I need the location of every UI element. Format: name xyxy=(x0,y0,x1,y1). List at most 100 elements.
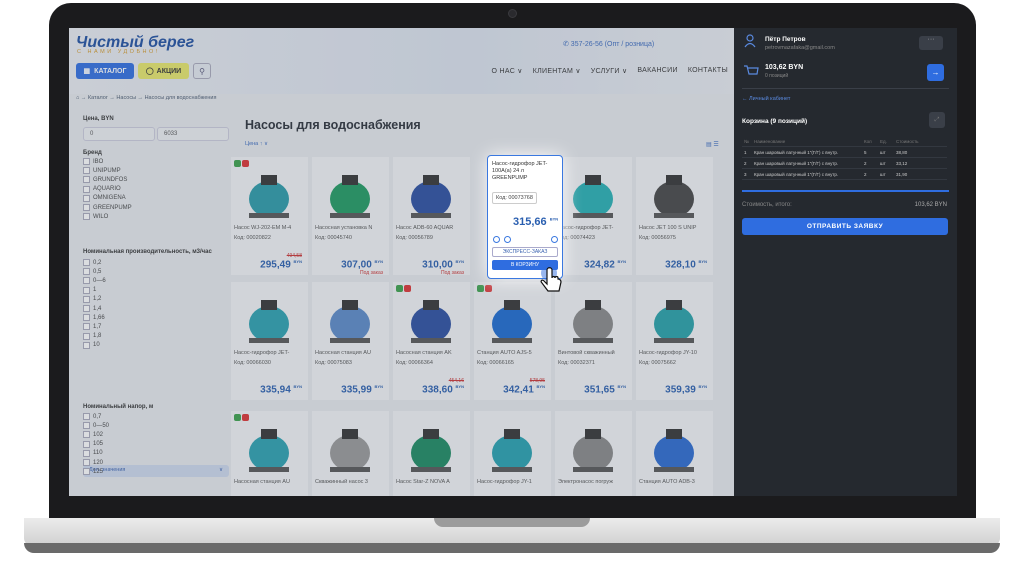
product-image[interactable] xyxy=(237,419,302,477)
checkbox[interactable] xyxy=(83,277,90,285)
highlighted-product-card[interactable]: Насос-гидрофор JET-100A(a) 24 л GREENPUM… xyxy=(487,155,563,279)
price-max-input[interactable]: 6033 xyxy=(157,127,229,141)
product-name[interactable]: Насос-гидрофор JY-10 xyxy=(639,350,713,356)
checkbox[interactable] xyxy=(83,268,90,276)
filter-option-brands[interactable]: GREENPUMP xyxy=(83,204,132,211)
filter-option-head[interactable]: 102 xyxy=(83,431,103,439)
filter-option-head[interactable]: 120 xyxy=(83,459,103,466)
product-card[interactable]: Винтовой скважинный Код: 00032371 351,65 B… xyxy=(555,282,632,400)
product-name[interactable]: Скважинный насос 3 xyxy=(315,479,389,485)
checkbox[interactable] xyxy=(83,422,90,430)
checkbox[interactable] xyxy=(83,185,90,193)
product-image[interactable] xyxy=(237,290,302,348)
product-card[interactable]: Насосная станция AU Код: 00075083 335,99 B… xyxy=(312,282,389,400)
filter-option-brands[interactable]: AQUARIO xyxy=(83,185,121,193)
product-image[interactable] xyxy=(561,165,626,223)
product-image[interactable] xyxy=(642,419,707,477)
more-menu-button[interactable]: ··· xyxy=(919,36,943,50)
filter-option-head[interactable]: 125 xyxy=(83,468,103,476)
product-card[interactable]: Насос Star-Z NOVA A xyxy=(393,411,470,496)
checkbox[interactable] xyxy=(83,332,90,340)
phone-link[interactable]: ✆ 357-26-56 (Опт / розница) xyxy=(563,40,654,48)
checkbox[interactable] xyxy=(83,449,90,457)
product-card[interactable]: Насос-гидрофор JET- Код: 00074423 324,82 B… xyxy=(555,157,632,275)
filter-option-perf[interactable]: 10 xyxy=(83,341,100,349)
product-card[interactable]: Электронасос погруж xyxy=(555,411,632,496)
nav-about[interactable]: О НАС ∨ xyxy=(492,67,523,75)
checkbox[interactable] xyxy=(83,468,90,476)
product-card[interactable]: Насосная станция AK Код: 00066364 454,16 33… xyxy=(393,282,470,400)
nav-contacts[interactable]: КОНТАКТЫ xyxy=(688,67,728,75)
breadcrumb[interactable]: ⌂ → Каталог → Насосы → Насосы для водосн… xyxy=(76,95,216,101)
nav-services[interactable]: УСЛУГИ ∨ xyxy=(591,67,628,75)
more-values-button[interactable]: Доп. значения ∨ xyxy=(83,465,229,477)
table-row[interactable]: 1 Кран шаровый латунный 1"(Г/Г) с внутр. 5… xyxy=(742,147,947,158)
checkbox[interactable] xyxy=(83,431,90,439)
search-button[interactable]: ⚲ xyxy=(193,63,211,79)
checkbox[interactable] xyxy=(83,323,90,331)
product-image[interactable] xyxy=(480,419,545,477)
product-card[interactable]: Насос WJ-202-EM M-4 Код: 00020822 494,58 29… xyxy=(231,157,308,275)
product-name[interactable]: Насос-гидрофор JET- xyxy=(234,350,308,356)
product-card[interactable]: Насос-гидрофор JY-10 Код: 00075662 359,39 … xyxy=(636,282,713,400)
nav-vacancies[interactable]: ВАКАНСИИ xyxy=(637,67,677,75)
product-image[interactable] xyxy=(318,165,383,223)
filter-option-head[interactable]: 0—50 xyxy=(83,422,109,430)
checkbox[interactable] xyxy=(83,286,90,294)
product-image[interactable] xyxy=(561,290,626,348)
filter-option-perf[interactable]: 0,5 xyxy=(83,268,101,276)
catalog-button[interactable]: ▦ КАТАЛОГ xyxy=(76,63,134,79)
product-card[interactable]: Станция AUTO ADB-3 xyxy=(636,411,713,496)
product-name[interactable]: Насос-гидрофор JET- xyxy=(558,225,632,231)
promo-button[interactable]: ◯ АКЦИИ xyxy=(138,63,189,79)
product-image[interactable] xyxy=(399,165,464,223)
product-name[interactable]: Насосная станция AU xyxy=(234,479,308,485)
product-name[interactable]: Насосная станция AU xyxy=(315,350,389,356)
product-name[interactable]: Станция AUTO AJS-5 xyxy=(477,350,551,356)
filter-option-perf[interactable]: 1,2 xyxy=(83,295,101,303)
product-name[interactable]: Насос Star-Z NOVA A xyxy=(396,479,470,485)
arrow-right-icon[interactable]: → xyxy=(927,64,944,81)
product-name[interactable]: Насос JET 100 S UNIP xyxy=(639,225,713,231)
nav-clients[interactable]: КЛИЕНТАМ ∨ xyxy=(533,67,581,75)
filter-option-brands[interactable]: OMNIGENA xyxy=(83,194,126,202)
checkbox[interactable] xyxy=(83,213,90,221)
checkbox[interactable] xyxy=(83,204,90,211)
view-toggle-icon[interactable]: ▤ ☰ xyxy=(706,141,719,148)
filter-option-brands[interactable]: UNIPUMP xyxy=(83,167,121,175)
heart-icon[interactable] xyxy=(504,236,511,243)
filter-option-head[interactable]: 0,7 xyxy=(83,413,101,420)
product-image[interactable] xyxy=(399,419,464,477)
sort-control[interactable]: Цена ↑ ∨ xyxy=(245,141,268,147)
checkbox[interactable] xyxy=(83,341,90,349)
express-order-button[interactable]: ЭКСПРЕСС-ЗАКАЗ xyxy=(492,247,558,257)
checkbox[interactable] xyxy=(83,158,90,165)
filter-option-perf[interactable]: 1 xyxy=(83,286,96,294)
checkbox[interactable] xyxy=(83,459,90,466)
checkbox[interactable] xyxy=(83,259,90,266)
product-card[interactable]: Насос ADB-60 AQUAR Код: 00056789 310,00 BY… xyxy=(393,157,470,275)
product-image[interactable] xyxy=(399,290,464,348)
filter-option-perf[interactable]: 0,2 xyxy=(83,259,101,266)
checkbox[interactable] xyxy=(83,167,90,175)
product-name[interactable]: Насос ADB-60 AQUAR xyxy=(396,225,470,231)
product-card[interactable]: Насосная станция AU xyxy=(231,411,308,496)
filter-option-perf[interactable]: 1,8 xyxy=(83,332,101,340)
checkbox[interactable] xyxy=(83,314,90,322)
submit-order-button[interactable]: ОТПРАВИТЬ ЗАЯВКУ xyxy=(742,218,948,235)
filter-option-perf[interactable]: 1,7 xyxy=(83,323,101,331)
expand-icon[interactable]: ⤢ xyxy=(929,112,945,128)
checkbox[interactable] xyxy=(83,305,90,312)
product-card[interactable]: Насос-гидрофор JET- Код: 00066030 335,94 B… xyxy=(231,282,308,400)
product-image[interactable] xyxy=(642,290,707,348)
product-name[interactable]: Насосная станция AK xyxy=(396,350,470,356)
checkbox[interactable] xyxy=(83,194,90,202)
filter-option-brands[interactable]: WILO xyxy=(83,213,108,221)
price-min-input[interactable]: 0 xyxy=(83,127,155,141)
product-name[interactable]: Насос-гидрофор JET-100A(a) 24 л GREENPUM… xyxy=(492,161,560,182)
filter-option-perf[interactable]: 0—6 xyxy=(83,277,106,285)
product-name[interactable]: Винтовой скважинный xyxy=(558,350,632,356)
filter-option-perf[interactable]: 1,4 xyxy=(83,305,101,312)
table-row[interactable]: 3 Кран шаровый латунный 1"(Г/Г) с внутр. 2… xyxy=(742,169,947,180)
product-card[interactable]: Скважинный насос 3 xyxy=(312,411,389,496)
